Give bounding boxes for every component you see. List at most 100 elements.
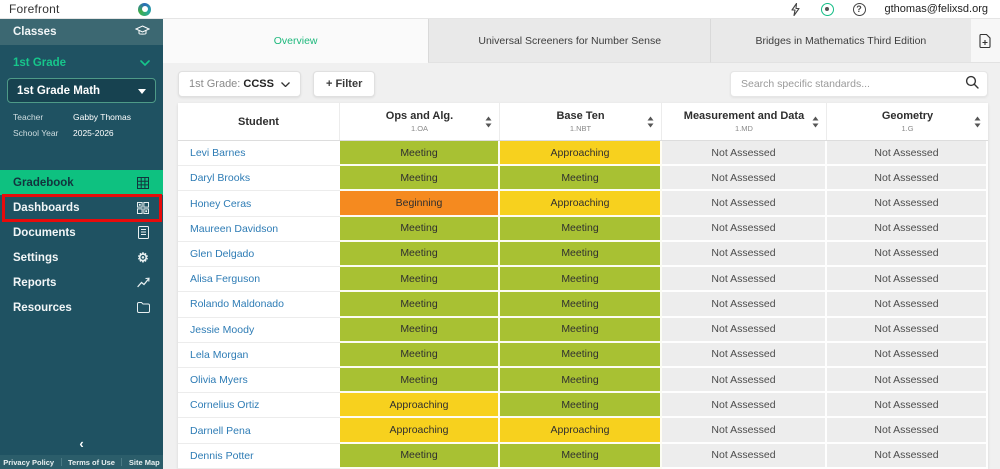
student-link[interactable]: Daryl Brooks xyxy=(178,166,340,191)
status-cell[interactable]: Not Assessed xyxy=(827,418,988,443)
tab-bridges[interactable]: Bridges in Mathematics Third Edition xyxy=(710,19,970,63)
column-header-measurement-data[interactable]: Measurement and Data 1.MD xyxy=(662,103,827,140)
status-cell[interactable]: Not Assessed xyxy=(662,166,827,191)
site-map-link[interactable]: Site Map xyxy=(129,458,160,467)
status-cell[interactable]: Not Assessed xyxy=(827,166,988,191)
student-link[interactable]: Levi Barnes xyxy=(178,141,340,166)
privacy-policy-link[interactable]: Privacy Policy xyxy=(3,458,54,467)
student-link[interactable]: Lela Morgan xyxy=(178,343,340,368)
status-cell[interactable]: Meeting xyxy=(340,141,500,166)
status-cell[interactable]: Not Assessed xyxy=(662,217,827,242)
status-cell[interactable]: Meeting xyxy=(500,318,662,343)
class-dropdown[interactable]: 1st Grade Math xyxy=(7,78,156,103)
status-cell[interactable]: Not Assessed xyxy=(662,318,827,343)
add-tab-icon[interactable] xyxy=(971,19,1000,63)
status-cell[interactable]: Approaching xyxy=(340,393,500,418)
student-link[interactable]: Glen Delgado xyxy=(178,242,340,267)
search-input[interactable] xyxy=(741,78,965,90)
sidebar-item-resources[interactable]: Resources xyxy=(0,295,163,320)
status-cell[interactable]: Meeting xyxy=(500,393,662,418)
sort-icon[interactable] xyxy=(812,116,819,127)
help-icon[interactable]: ? xyxy=(853,3,866,16)
status-cell[interactable]: Not Assessed xyxy=(827,217,988,242)
status-cell[interactable]: Not Assessed xyxy=(662,242,827,267)
status-cell[interactable]: Meeting xyxy=(340,267,500,292)
status-cell[interactable]: Meeting xyxy=(340,444,500,469)
tab-universal-screeners[interactable]: Universal Screeners for Number Sense xyxy=(428,19,710,63)
sort-icon[interactable] xyxy=(974,116,981,127)
status-cell[interactable]: Meeting xyxy=(340,318,500,343)
student-link[interactable]: Darnell Pena xyxy=(178,418,340,443)
status-cell[interactable]: Meeting xyxy=(500,444,662,469)
status-cell[interactable]: Meeting xyxy=(340,166,500,191)
status-cell[interactable]: Meeting xyxy=(500,267,662,292)
student-link[interactable]: Honey Ceras xyxy=(178,191,340,216)
status-cell[interactable]: Not Assessed xyxy=(662,141,827,166)
sidebar-item-settings[interactable]: Settings ⚙ xyxy=(0,245,163,270)
add-filter-button[interactable]: + Filter xyxy=(313,71,375,97)
status-cell[interactable]: Meeting xyxy=(500,242,662,267)
student-link[interactable]: Rolando Maldonado xyxy=(178,292,340,317)
sort-icon[interactable] xyxy=(647,116,654,127)
lightning-icon[interactable] xyxy=(789,3,802,16)
status-cell[interactable]: Meeting xyxy=(340,292,500,317)
status-cell[interactable]: Beginning xyxy=(340,191,500,216)
student-link[interactable]: Jessie Moody xyxy=(178,318,340,343)
status-cell[interactable]: Meeting xyxy=(340,217,500,242)
status-cell[interactable]: Not Assessed xyxy=(662,444,827,469)
status-cell[interactable]: Approaching xyxy=(500,141,662,166)
status-cell[interactable]: Not Assessed xyxy=(662,292,827,317)
sidebar-item-gradebook[interactable]: Gradebook xyxy=(0,170,163,195)
standards-search xyxy=(730,71,988,97)
tab-bar: Overview Universal Screeners for Number … xyxy=(163,19,1000,63)
status-cell[interactable]: Meeting xyxy=(500,217,662,242)
user-email[interactable]: gthomas@felixsd.org xyxy=(885,3,989,15)
status-cell[interactable]: Not Assessed xyxy=(827,141,988,166)
status-cell[interactable]: Not Assessed xyxy=(827,343,988,368)
session-timer-icon[interactable] xyxy=(821,3,834,16)
status-cell[interactable]: Meeting xyxy=(500,368,662,393)
status-cell[interactable]: Not Assessed xyxy=(827,267,988,292)
student-link[interactable]: Dennis Potter xyxy=(178,444,340,469)
column-header-base-ten[interactable]: Base Ten 1.NBT xyxy=(500,103,662,140)
student-link[interactable]: Olivia Myers xyxy=(178,368,340,393)
status-cell[interactable]: Meeting xyxy=(500,292,662,317)
status-cell[interactable]: Not Assessed xyxy=(827,318,988,343)
student-link[interactable]: Maureen Davidson xyxy=(178,217,340,242)
column-header-ops-and-alg[interactable]: Ops and Alg. 1.OA xyxy=(340,103,500,140)
sidebar-collapse-button[interactable]: ‹ xyxy=(0,436,163,451)
status-cell[interactable]: Approaching xyxy=(340,418,500,443)
status-cell[interactable]: Not Assessed xyxy=(662,393,827,418)
status-cell[interactable]: Not Assessed xyxy=(827,393,988,418)
grade-standards-dropdown[interactable]: 1st Grade: CCSS xyxy=(178,71,301,97)
status-cell[interactable]: Not Assessed xyxy=(827,368,988,393)
sidebar-item-dashboards[interactable]: Dashboards xyxy=(0,195,163,220)
search-icon[interactable] xyxy=(965,75,979,94)
student-link[interactable]: Alisa Ferguson xyxy=(178,267,340,292)
status-cell[interactable]: Not Assessed xyxy=(827,191,988,216)
status-cell[interactable]: Not Assessed xyxy=(827,444,988,469)
student-link[interactable]: Cornelius Ortiz xyxy=(178,393,340,418)
sidebar-classes-header[interactable]: Classes xyxy=(0,19,163,45)
status-cell[interactable]: Not Assessed xyxy=(662,343,827,368)
status-cell[interactable]: Approaching xyxy=(500,191,662,216)
status-cell[interactable]: Not Assessed xyxy=(662,267,827,292)
status-cell[interactable]: Meeting xyxy=(500,166,662,191)
status-cell[interactable]: Not Assessed xyxy=(662,191,827,216)
terms-of-use-link[interactable]: Terms of Use xyxy=(68,458,115,467)
sidebar-grade-selector[interactable]: 1st Grade xyxy=(0,52,163,74)
status-cell[interactable]: Approaching xyxy=(500,418,662,443)
tab-overview[interactable]: Overview xyxy=(163,19,428,63)
sidebar-item-documents[interactable]: Documents xyxy=(0,220,163,245)
column-header-geometry[interactable]: Geometry 1.G xyxy=(827,103,988,140)
status-cell[interactable]: Not Assessed xyxy=(827,242,988,267)
sort-icon[interactable] xyxy=(485,116,492,127)
status-cell[interactable]: Meeting xyxy=(340,343,500,368)
status-cell[interactable]: Not Assessed xyxy=(662,418,827,443)
status-cell[interactable]: Not Assessed xyxy=(662,368,827,393)
status-cell[interactable]: Meeting xyxy=(340,368,500,393)
status-cell[interactable]: Meeting xyxy=(340,242,500,267)
status-cell[interactable]: Not Assessed xyxy=(827,292,988,317)
status-cell[interactable]: Meeting xyxy=(500,343,662,368)
sidebar-item-reports[interactable]: Reports xyxy=(0,270,163,295)
